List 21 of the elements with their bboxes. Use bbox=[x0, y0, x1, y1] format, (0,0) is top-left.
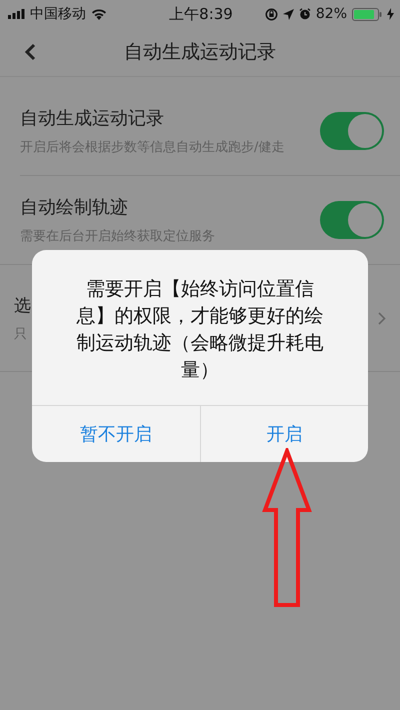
wifi-icon bbox=[91, 8, 107, 20]
toggle-switch[interactable] bbox=[320, 112, 384, 150]
toggle-switch[interactable] bbox=[320, 201, 384, 239]
clock-time: 上午8:39 bbox=[169, 4, 233, 24]
location-icon bbox=[282, 8, 294, 20]
dialog-button[interactable]: 开启 bbox=[200, 406, 368, 462]
setting-title: 选 bbox=[14, 294, 31, 316]
alert-message: 需要开启【始终访问位置信息】的权限，才能够更好的绘制运动轨迹（会略微提升耗电量） bbox=[76, 276, 324, 382]
battery-percent: 82% bbox=[316, 6, 347, 22]
signal-icon bbox=[8, 9, 25, 19]
chevron-icon bbox=[378, 312, 386, 324]
back-icon[interactable] bbox=[24, 43, 36, 61]
setting-title: 自动绘制轨迹 bbox=[20, 196, 128, 219]
rotation-lock-icon bbox=[264, 8, 278, 20]
alarm-icon bbox=[298, 8, 311, 20]
charging-icon bbox=[387, 8, 394, 20]
page-title: 自动生成运动记录 bbox=[124, 40, 276, 65]
carrier-name: 中国移动 bbox=[30, 5, 86, 23]
dialog-button[interactable]: 暂不开启 bbox=[32, 406, 200, 462]
battery-icon bbox=[352, 8, 382, 20]
setting-title: 自动生成运动记录 bbox=[20, 107, 164, 130]
